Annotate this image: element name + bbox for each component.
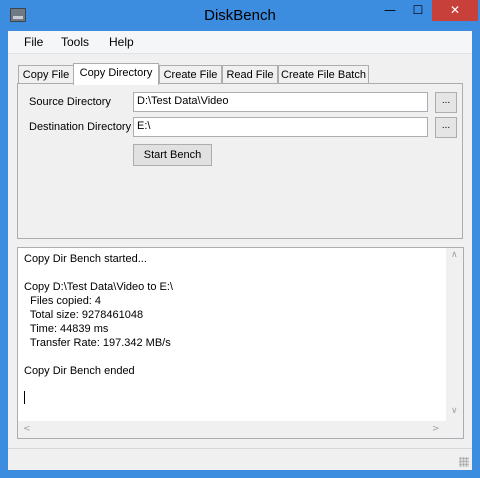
menu-tools[interactable]: Tools — [61, 35, 89, 49]
minimize-button[interactable]: — — [376, 0, 404, 21]
status-bar — [8, 448, 472, 470]
menu-help[interactable]: Help — [109, 35, 134, 49]
scroll-left-icon[interactable]: < — [23, 424, 31, 434]
menu-file[interactable]: File — [24, 35, 43, 49]
diskbench-window: DiskBench — ☐ ✕ File Tools Help Copy Fil… — [0, 0, 480, 478]
log-text: Copy Dir Bench started... Copy D:\Test D… — [24, 252, 444, 378]
resize-grip-icon[interactable] — [459, 457, 469, 467]
scroll-up-icon[interactable]: ∧ — [451, 250, 458, 260]
tab-create-file[interactable]: Create File — [159, 65, 222, 84]
tab-read-file[interactable]: Read File — [222, 65, 278, 84]
tab-copy-file[interactable]: Copy File — [18, 65, 74, 84]
log-line: Copy Dir Bench started... — [24, 253, 147, 265]
log-line: Copy Dir Bench ended — [24, 365, 135, 377]
log-line: Copy D:\Test Data\Video to E:\ — [24, 281, 173, 293]
tab-copy-directory[interactable]: Copy Directory — [73, 63, 159, 85]
menu-bar: File Tools Help — [8, 31, 472, 54]
start-bench-button[interactable]: Start Bench — [133, 144, 212, 166]
destination-directory-input[interactable]: E:\ — [133, 117, 428, 137]
horizontal-scrollbar[interactable]: < > — [18, 421, 447, 438]
client-area: File Tools Help Copy File Copy Directory… — [8, 31, 472, 470]
log-line: Transfer Rate: 197.342 MB/s — [24, 337, 171, 349]
close-button[interactable]: ✕ — [432, 0, 478, 21]
scrollbar-corner — [446, 421, 463, 438]
copy-directory-panel: Source Directory D:\Test Data\Video ... … — [17, 83, 463, 239]
source-browse-button[interactable]: ... — [435, 92, 457, 113]
title-bar[interactable]: DiskBench — ☐ ✕ — [0, 0, 480, 31]
tab-create-file-batch[interactable]: Create File Batch — [278, 65, 369, 84]
maximize-button[interactable]: ☐ — [404, 0, 432, 21]
text-caret — [24, 391, 25, 404]
log-output[interactable]: Copy Dir Bench started... Copy D:\Test D… — [17, 247, 464, 439]
scroll-down-icon[interactable]: ∨ — [451, 406, 458, 416]
vertical-scrollbar[interactable]: ∧ ∨ — [446, 248, 463, 422]
destination-browse-button[interactable]: ... — [435, 117, 457, 138]
log-line: Time: 44839 ms — [24, 323, 109, 335]
source-directory-input[interactable]: D:\Test Data\Video — [133, 92, 428, 112]
destination-directory-label: Destination Directory — [29, 121, 132, 133]
source-directory-label: Source Directory — [29, 96, 111, 108]
log-line: Total size: 9278461048 — [24, 309, 144, 321]
scroll-right-icon[interactable]: > — [432, 424, 440, 434]
log-line: Files copied: 4 — [24, 295, 102, 307]
